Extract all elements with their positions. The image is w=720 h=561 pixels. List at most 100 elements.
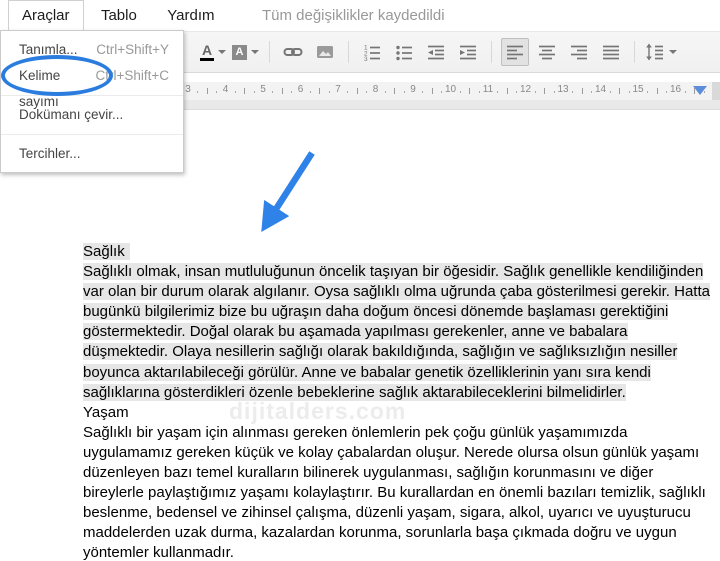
insert-image-button[interactable] [311, 38, 339, 66]
ruler-tick [403, 91, 405, 93]
chevron-down-icon [669, 50, 677, 54]
toolbar-separator [269, 41, 270, 63]
ruler-tick [253, 91, 255, 93]
align-center-button[interactable] [533, 38, 561, 66]
text-color-button[interactable]: A [199, 38, 227, 66]
ruler-tick [703, 91, 705, 93]
ruler-tick [469, 88, 471, 94]
menu-item-shortcut: Ctrl+Shift+Y [96, 42, 169, 57]
ruler-number: 6 [297, 84, 304, 95]
ruler-tick [319, 88, 321, 94]
ruler-tick [572, 91, 574, 93]
ruler-outside-margin [712, 82, 720, 100]
ruler-tick [609, 91, 611, 93]
text-color-icon: A [200, 43, 214, 61]
menu-bar: Araçlar Tablo Yardım Tüm değişiklikler k… [0, 0, 720, 31]
paragraph-saglik: Sağlıklı olmak, insan mutluluğunun öncel… [83, 262, 715, 403]
numbered-list-icon: 1 2 3 [364, 45, 380, 61]
ruler-tick [694, 88, 696, 94]
justify-button[interactable] [597, 38, 625, 66]
toolbar-separator [348, 41, 349, 63]
bulleted-list-button[interactable] [390, 38, 418, 66]
ruler-tick [394, 88, 396, 94]
align-right-icon [571, 45, 587, 60]
ruler-tick [591, 91, 593, 93]
justify-icon [603, 45, 619, 60]
ruler-number: 4 [222, 84, 229, 95]
align-left-button[interactable] [501, 38, 529, 66]
menu-tablo[interactable]: Tablo [88, 1, 150, 30]
araclar-dropdown-menu: Tanımla... Ctrl+Shift+Y Kelime sayımı Ct… [0, 30, 184, 173]
menu-item-label: Dokümanı çevir... [19, 107, 124, 122]
align-center-icon [539, 45, 555, 60]
ruler-number: 8 [372, 84, 379, 95]
insert-link-icon [283, 48, 303, 56]
ruler-number: 9 [410, 84, 416, 95]
decrease-indent-button[interactable] [422, 38, 450, 66]
svg-text:3: 3 [364, 56, 368, 61]
ruler-tick [234, 91, 236, 93]
ruler-tick [497, 91, 499, 93]
ruler-tick [281, 88, 283, 94]
ruler-number: 14 [594, 84, 607, 95]
ruler-tick [647, 91, 649, 93]
align-right-button[interactable] [565, 38, 593, 66]
selected-text: Sağlık [83, 243, 130, 260]
highlight-color-button[interactable]: A [231, 38, 260, 66]
ruler-tick [366, 91, 368, 93]
toolbar-separator [491, 41, 492, 63]
insert-image-icon [317, 46, 333, 58]
ruler-tick [459, 91, 461, 93]
ruler-tick [534, 91, 536, 93]
ruler-number: 16 [669, 84, 682, 95]
heading-saglik: Sağlık [83, 242, 715, 262]
ruler-tick [516, 91, 518, 93]
numbered-list-button[interactable]: 1 2 3 [358, 38, 386, 66]
ruler-number: 11 [482, 84, 494, 95]
ruler-tick [291, 91, 293, 93]
menu-araclar[interactable]: Araçlar [8, 0, 84, 31]
menu-item-tercihler[interactable]: Tercihler... [1, 141, 183, 167]
ruler-tick [666, 91, 668, 93]
line-spacing-button[interactable] [644, 38, 678, 66]
ruler-tick [628, 91, 630, 93]
paragraph-yasam: Sağlıklı bir yaşam için alınması gereken… [83, 423, 706, 561]
ruler-number: 13 [557, 84, 569, 95]
ruler-tick [356, 88, 358, 94]
ruler-tick [553, 91, 555, 93]
document-canvas[interactable]: Sağlık Sağlıklı olmak, insan mutluluğunu… [83, 242, 715, 561]
toolbar-separator [634, 41, 635, 63]
increase-indent-button[interactable] [454, 38, 482, 66]
ruler-number: 15 [632, 84, 644, 95]
chevron-down-icon [218, 50, 226, 54]
selected-text: Sağlıklı olmak, insan mutluluğunun öncel… [83, 263, 710, 401]
line-spacing-icon [646, 43, 663, 61]
ruler-tick [478, 91, 480, 93]
ruler-tick [619, 88, 621, 94]
ruler-tick [272, 91, 274, 93]
decrease-indent-icon [428, 45, 444, 60]
menu-separator [1, 134, 183, 135]
ruler-number: 3 [185, 84, 191, 95]
menu-item-dokumani-cevir[interactable]: Dokümanı çevir... [1, 102, 183, 128]
ruler-tick [656, 88, 658, 94]
ruler-tick [441, 91, 443, 93]
ruler-tick [384, 91, 386, 93]
ruler-tick [544, 88, 546, 94]
menu-yardim[interactable]: Yardım [154, 1, 227, 30]
bulleted-list-icon [396, 45, 412, 61]
ruler-tick [216, 91, 218, 93]
chevron-down-icon [251, 50, 259, 54]
save-status: Tüm değişiklikler kaydedildi [261, 7, 445, 24]
increase-indent-icon [460, 45, 476, 60]
menu-item-label: Tercihler... [19, 146, 81, 161]
highlight-circle-annotation [1, 55, 113, 96]
ruler-tick [244, 88, 246, 94]
ruler-tick [422, 91, 424, 93]
ruler-number: 10 [444, 84, 457, 95]
ruler-tick [506, 88, 508, 94]
ruler-number: 12 [519, 84, 532, 95]
heading-yasam: Yaşam [83, 403, 129, 421]
google-docs-window: Araçlar Tablo Yardım Tüm değişiklikler k… [0, 0, 720, 561]
insert-link-button[interactable] [279, 38, 307, 66]
